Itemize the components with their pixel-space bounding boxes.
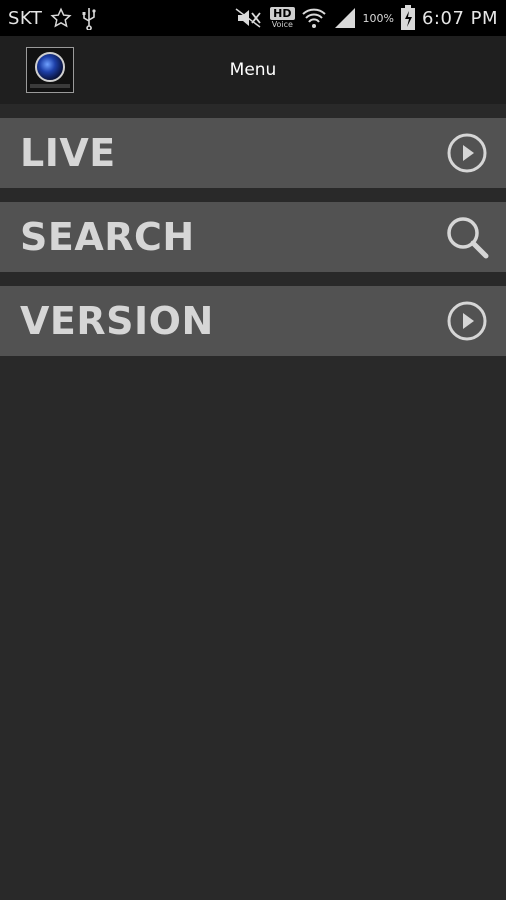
battery-percent: 100% — [362, 11, 394, 25]
play-circle-icon — [444, 298, 490, 344]
usb-icon — [80, 6, 98, 30]
camera-lens-icon — [35, 52, 65, 82]
carrier-label: SKT — [8, 7, 43, 29]
search-icon — [444, 214, 490, 260]
app-logo[interactable] — [26, 47, 74, 93]
menu-item-version[interactable]: VERSION — [0, 286, 506, 356]
clock: 6:07 PM — [421, 7, 498, 29]
status-bar: SKT HD Voice 100% 6:07 PM — [0, 0, 506, 36]
hd-voice-badge: HD Voice — [270, 7, 295, 29]
menu-item-label: SEARCH — [20, 215, 195, 259]
wifi-icon — [301, 6, 327, 30]
battery-charging-icon — [400, 5, 416, 31]
menu-item-search[interactable]: SEARCH — [0, 202, 506, 272]
logo-strip — [30, 84, 70, 88]
hd-label: HD — [270, 7, 295, 20]
mute-icon — [234, 7, 264, 29]
signal-icon — [333, 6, 357, 30]
menu-item-live[interactable]: LIVE — [0, 118, 506, 188]
voice-label: Voice — [271, 20, 293, 29]
menu-item-label: LIVE — [20, 131, 116, 175]
star-icon — [50, 7, 72, 29]
app-bar: Menu — [0, 36, 506, 104]
page-title: Menu — [229, 60, 277, 80]
play-circle-icon — [444, 130, 490, 176]
menu-item-label: VERSION — [20, 299, 214, 343]
